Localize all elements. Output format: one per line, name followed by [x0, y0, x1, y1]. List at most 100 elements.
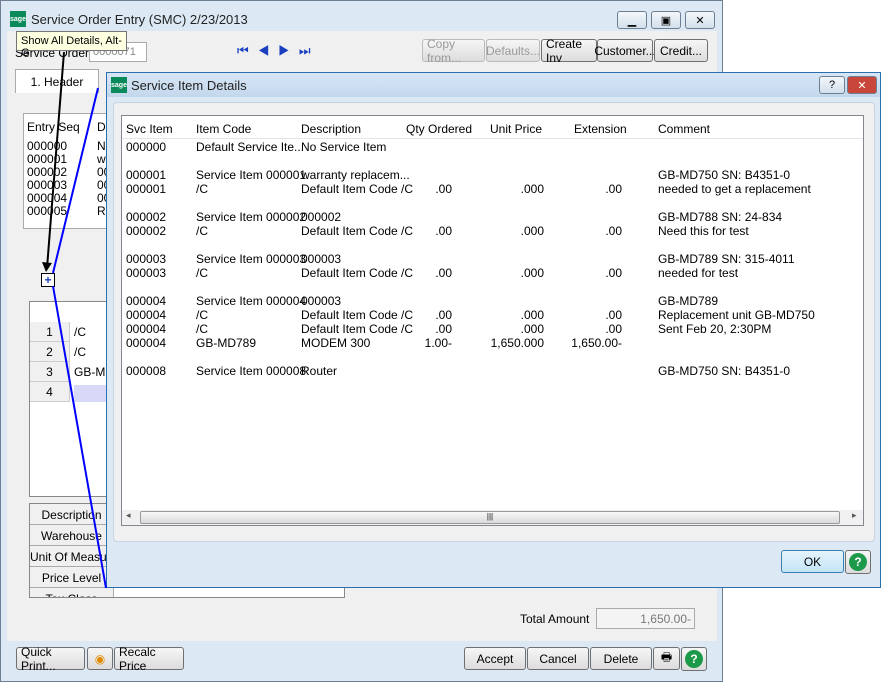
table-cell[interactable]: Service Item 000001 — [196, 168, 306, 182]
table-cell[interactable]: 000002 — [126, 210, 166, 224]
table-cell[interactable]: .000 — [464, 308, 544, 322]
column-header[interactable]: Svc Item — [126, 122, 173, 136]
table-cell[interactable]: 000003 — [126, 266, 166, 280]
column-header[interactable]: Comment — [658, 122, 710, 136]
table-cell[interactable]: GB-MD789 — [196, 336, 256, 350]
table-cell[interactable]: 000004 — [126, 294, 166, 308]
table-cell[interactable]: .00 — [542, 182, 622, 196]
table-cell[interactable]: 000003 — [126, 252, 166, 266]
copy-from-button[interactable]: Copy from... — [422, 37, 485, 65]
table-cell[interactable]: .00 — [372, 308, 452, 322]
table-cell[interactable]: /C — [196, 224, 208, 238]
column-header[interactable]: Item Code — [196, 122, 251, 136]
customer-button[interactable]: Customer... — [594, 39, 656, 62]
table-cell[interactable]: .00 — [372, 322, 452, 336]
table-cell[interactable]: Router — [301, 364, 337, 378]
horizontal-scrollbar[interactable]: ◂ ||| ▸ — [122, 510, 863, 525]
table-cell[interactable]: GB-MD750 SN: B4351-0 — [658, 364, 790, 378]
close-button[interactable]: ✕ — [685, 11, 715, 29]
create-inv-button[interactable]: Create Inv — [541, 37, 597, 65]
table-cell[interactable]: 000000 — [126, 140, 166, 154]
line-number[interactable]: 2 — [30, 342, 70, 362]
accept-button[interactable]: Accept — [464, 647, 526, 670]
table-cell[interactable]: warranty replacem... — [301, 168, 410, 182]
scrollbar-thumb[interactable]: ||| — [140, 511, 840, 524]
entry-seq-cell[interactable]: 000000 — [27, 139, 67, 153]
entry-desc-cell[interactable]: N — [97, 139, 106, 153]
table-cell[interactable]: .00 — [372, 266, 452, 280]
ok-button[interactable]: OK — [781, 550, 844, 573]
cancel-button[interactable]: Cancel — [527, 647, 589, 670]
table-cell[interactable]: 000004 — [126, 308, 166, 322]
table-cell[interactable]: GB-MD750 SN: B4351-0 — [658, 168, 790, 182]
quick-print-button[interactable]: Quick Print... — [16, 645, 85, 673]
table-cell[interactable]: /C — [196, 266, 208, 280]
printer-icon[interactable]: 🖶 — [653, 647, 680, 670]
table-cell[interactable]: /C — [196, 322, 208, 336]
table-cell[interactable]: GB-MD789 — [658, 294, 718, 308]
column-header[interactable]: Entry Seq — [27, 120, 80, 134]
line-number[interactable]: 1 — [30, 322, 70, 342]
table-cell[interactable]: Need this for test — [658, 224, 749, 238]
table-cell[interactable]: No Service Item — [301, 140, 386, 154]
entry-desc-cell[interactable]: w — [97, 152, 106, 166]
credit-button[interactable]: Credit... — [654, 39, 708, 62]
table-cell[interactable]: Sent Feb 20, 2:30PM — [658, 322, 771, 336]
column-header[interactable]: Unit Price — [490, 122, 542, 136]
table-cell[interactable]: Service Item 000008 — [196, 364, 306, 378]
recalc-price-button[interactable]: Recalc Price — [114, 645, 184, 673]
dialog-close-button[interactable]: ✕ — [847, 76, 877, 94]
table-cell[interactable]: 000004 — [126, 336, 166, 350]
record-navigation[interactable]: ⏮◀▶⏭ — [237, 43, 320, 59]
minimize-button[interactable]: ▁ — [617, 11, 647, 29]
table-cell[interactable]: .00 — [542, 322, 622, 336]
table-cell[interactable]: 000003 — [301, 252, 341, 266]
delete-button[interactable]: Delete — [590, 647, 652, 670]
service-items-table[interactable]: Svc Item Item Code Description Qty Ordered U… — [121, 115, 864, 526]
table-cell[interactable]: needed for test — [658, 266, 738, 280]
table-cell[interactable]: Default Service Ite... — [196, 140, 304, 154]
entry-desc-cell[interactable]: R — [97, 204, 106, 218]
table-cell[interactable]: .00 — [542, 224, 622, 238]
entry-seq-cell[interactable]: 000004 — [27, 191, 67, 205]
table-cell[interactable]: Service Item 000004 — [196, 294, 306, 308]
table-cell[interactable]: .00 — [372, 182, 452, 196]
table-cell[interactable]: Service Item 000002 — [196, 210, 306, 224]
table-cell[interactable]: 000003 — [301, 294, 341, 308]
table-cell[interactable]: 000002 — [301, 210, 341, 224]
entry-seq-cell[interactable]: 000005 — [27, 204, 67, 218]
table-cell[interactable]: 1,650.000 — [464, 336, 544, 350]
table-cell[interactable]: GB-MD789 SN: 315-4011 — [658, 252, 795, 266]
line-number[interactable]: 3 — [30, 362, 70, 382]
show-all-details-icon[interactable]: + — [41, 273, 55, 287]
table-cell[interactable]: .000 — [464, 322, 544, 336]
table-cell[interactable]: 000002 — [126, 224, 166, 238]
table-cell[interactable]: 000004 — [126, 322, 166, 336]
help-button[interactable]: ? — [845, 550, 871, 574]
line-item-code[interactable] — [74, 385, 110, 402]
windows-logo-icon[interactable]: ◉ — [87, 647, 113, 670]
table-cell[interactable]: .00 — [542, 308, 622, 322]
table-cell[interactable]: .00 — [372, 224, 452, 238]
column-header[interactable]: Description — [301, 122, 361, 136]
table-cell[interactable]: .000 — [464, 182, 544, 196]
defaults-button[interactable]: Defaults... — [486, 39, 540, 62]
line-item-code[interactable]: /C — [74, 345, 86, 359]
entry-seq-cell[interactable]: 000003 — [27, 178, 67, 192]
entry-seq-cell[interactable]: 000001 — [27, 152, 67, 166]
tab-header[interactable]: 1. Header — [15, 69, 99, 93]
lines-grid[interactable]: 1/C 2/C 3 GB-MD 4 — [29, 301, 114, 497]
table-cell[interactable]: /C — [196, 308, 208, 322]
table-cell[interactable]: GB-MD788 SN: 24-834 — [658, 210, 782, 224]
table-cell[interactable]: 000008 — [126, 364, 166, 378]
table-cell[interactable]: 000001 — [126, 182, 166, 196]
table-cell[interactable]: 000001 — [126, 168, 166, 182]
table-cell[interactable]: Service Item 000003 — [196, 252, 306, 266]
dialog-help-title-button[interactable]: ? — [819, 76, 845, 94]
table-cell[interactable]: /C — [196, 182, 208, 196]
table-cell[interactable]: Replacement unit GB-MD750 — [658, 308, 815, 322]
line-item-code[interactable]: /C — [74, 325, 86, 339]
column-header[interactable]: Extension — [574, 122, 627, 136]
entry-list[interactable]: Entry Seq D 000000 N 000001 w 000002 00 000003… — [23, 113, 113, 229]
help-button[interactable]: ? — [681, 647, 707, 671]
